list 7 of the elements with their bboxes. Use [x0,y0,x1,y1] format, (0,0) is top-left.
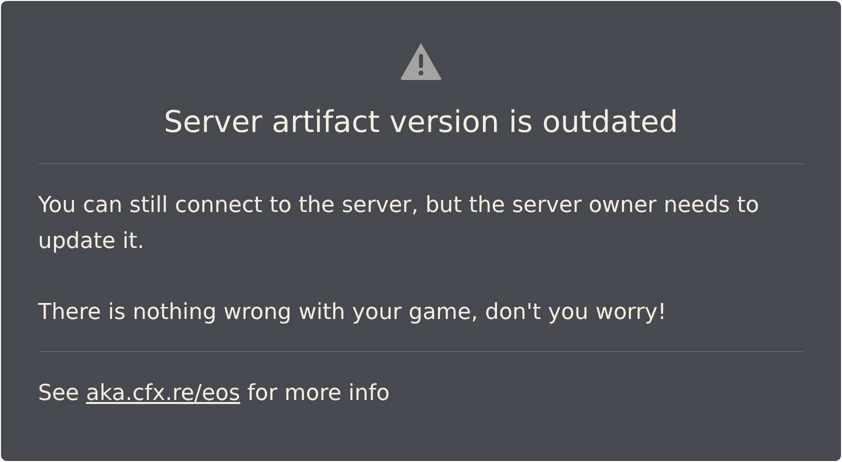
footer-text: See [38,380,80,408]
footer-text: for more info [247,380,390,408]
message-text: There is nothing wrong with your game, don't you worry! [38,299,668,327]
warning-icon [399,41,443,81]
info-link[interactable]: aka.cfx.re/eos [86,376,240,412]
message-text: You can still connect to the server, but the server owner needs to update it. [38,192,760,256]
dialog-title: Server artifact version is outdated [164,104,678,142]
